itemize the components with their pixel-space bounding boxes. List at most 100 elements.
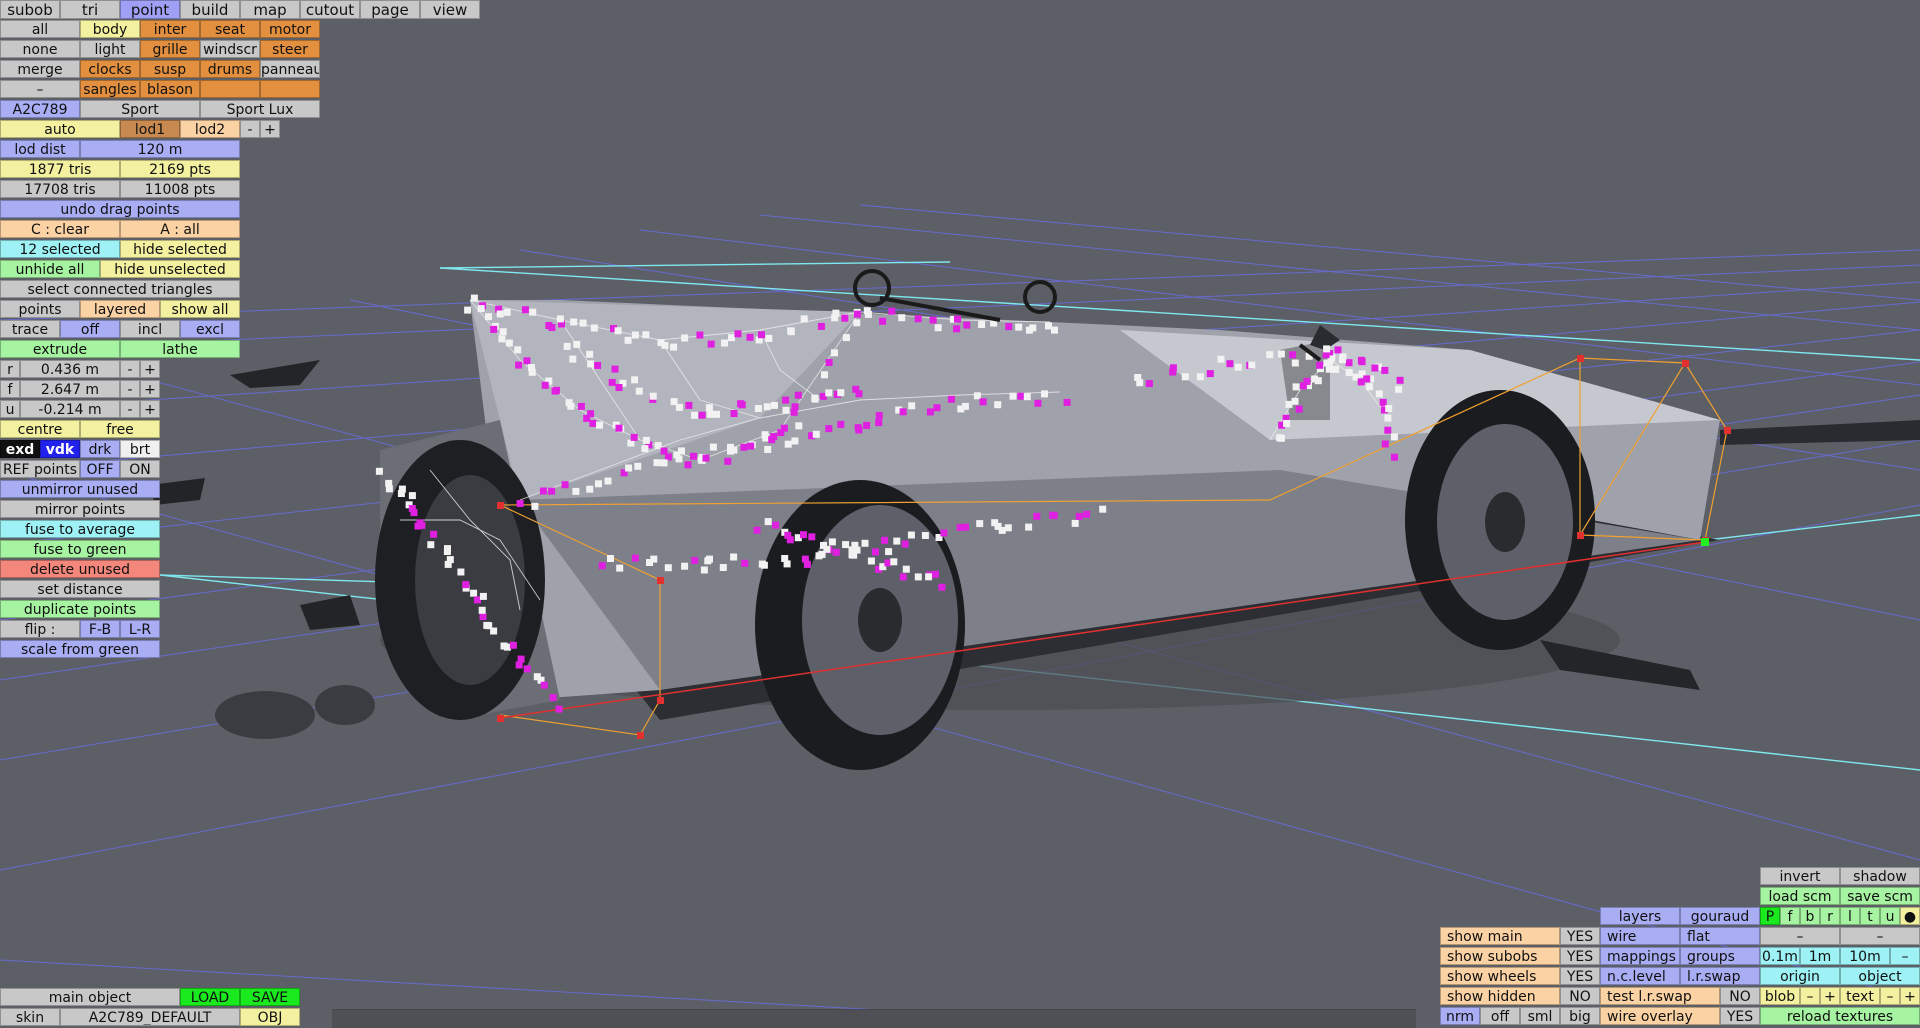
- skin-name[interactable]: A2C789_DEFAULT: [60, 1008, 240, 1026]
- variant-sport[interactable]: Sport: [80, 100, 200, 118]
- selected-vertex[interactable]: [1295, 405, 1303, 413]
- vertex[interactable]: [681, 562, 689, 570]
- vertex[interactable]: [760, 561, 768, 569]
- vertex[interactable]: [1385, 405, 1393, 413]
- wire-overlay-toggle[interactable]: YES: [1720, 1007, 1760, 1025]
- vertex[interactable]: [660, 459, 668, 467]
- vertex[interactable]: [1375, 390, 1383, 398]
- vertex[interactable]: [763, 403, 771, 411]
- tab-point[interactable]: point: [120, 0, 180, 19]
- ref-vertex[interactable]: [657, 697, 664, 704]
- selected-vertex[interactable]: [479, 613, 487, 621]
- vertex[interactable]: [596, 421, 603, 429]
- lod2-button[interactable]: lod2: [180, 120, 240, 138]
- part-grille[interactable]: grille: [140, 40, 200, 58]
- selected-vertex[interactable]: [630, 433, 638, 441]
- flag-u[interactable]: u: [1880, 907, 1900, 925]
- part-blason[interactable]: blason: [140, 80, 200, 98]
- scale-from-green-button[interactable]: scale from green: [0, 640, 160, 658]
- step-dash[interactable]: –: [1890, 947, 1920, 965]
- vertex[interactable]: [607, 555, 614, 562]
- selected-vertex[interactable]: [1363, 375, 1371, 383]
- selected-vertex[interactable]: [707, 340, 715, 348]
- vertex[interactable]: [787, 328, 795, 336]
- vertex[interactable]: [842, 334, 850, 342]
- hide-selected-button[interactable]: hide selected: [120, 240, 240, 258]
- save-scm-button[interactable]: save scm: [1840, 887, 1920, 905]
- selected-vertex[interactable]: [548, 487, 556, 495]
- coord-f-value[interactable]: 2.647 m: [20, 380, 120, 398]
- selected-vertex[interactable]: [684, 461, 692, 469]
- vertex[interactable]: [470, 589, 478, 597]
- vertex[interactable]: [1248, 361, 1256, 369]
- selected-vertex[interactable]: [523, 357, 531, 365]
- coord-r-value[interactable]: 0.436 m: [20, 360, 120, 378]
- vertex[interactable]: [563, 342, 571, 350]
- part-inter[interactable]: inter: [140, 20, 200, 38]
- selected-vertex[interactable]: [758, 331, 765, 339]
- vertex[interactable]: [831, 349, 838, 357]
- step-10m[interactable]: 10m: [1840, 947, 1890, 965]
- vertex[interactable]: [573, 340, 581, 348]
- lod-plus-button[interactable]: +: [260, 120, 280, 138]
- vertex[interactable]: [853, 546, 861, 554]
- vertex[interactable]: [721, 339, 728, 347]
- trace-incl-button[interactable]: incl: [120, 320, 180, 338]
- vertex[interactable]: [784, 440, 792, 448]
- selected-vertex[interactable]: [539, 487, 547, 495]
- selected-vertex[interactable]: [594, 362, 602, 369]
- vertex[interactable]: [728, 334, 735, 342]
- vertex[interactable]: [1395, 385, 1403, 393]
- part-seat[interactable]: seat: [200, 20, 260, 38]
- selected-vertex[interactable]: [794, 391, 802, 399]
- select-all-button[interactable]: all: [0, 20, 80, 38]
- selected-vertex[interactable]: [777, 429, 785, 437]
- selected-vertex[interactable]: [541, 381, 549, 389]
- vertex[interactable]: [614, 327, 622, 335]
- selected-vertex[interactable]: [577, 402, 585, 410]
- vertex[interactable]: [1390, 433, 1398, 441]
- vertex[interactable]: [1041, 390, 1048, 398]
- selected-vertex[interactable]: [1384, 426, 1392, 434]
- selected-vertex[interactable]: [540, 681, 548, 689]
- delete-unused-button[interactable]: delete unused: [0, 560, 160, 578]
- step-0-1m[interactable]: 0.1m: [1760, 947, 1800, 965]
- sml-button[interactable]: sml: [1520, 1007, 1560, 1025]
- layers-button[interactable]: layers: [1600, 907, 1680, 925]
- flat-button[interactable]: flat: [1680, 927, 1760, 945]
- obj-button[interactable]: OBJ: [240, 1008, 300, 1026]
- vertex[interactable]: [719, 564, 727, 571]
- wire-button[interactable]: wire: [1600, 927, 1680, 945]
- selected-vertex[interactable]: [929, 316, 937, 324]
- variant-code[interactable]: A2C789: [0, 100, 80, 118]
- selected-vertex[interactable]: [1169, 364, 1177, 372]
- vertex[interactable]: [500, 642, 508, 650]
- ref-vertex[interactable]: [637, 732, 644, 739]
- selected-vertex[interactable]: [1063, 398, 1071, 406]
- selected-vertex[interactable]: [598, 562, 606, 570]
- selected-vertex[interactable]: [963, 321, 971, 329]
- coord-r-minus[interactable]: -: [120, 360, 140, 378]
- vertex[interactable]: [864, 310, 872, 318]
- trace-excl-button[interactable]: excl: [180, 320, 240, 338]
- set-distance-button[interactable]: set distance: [0, 580, 160, 598]
- vertex[interactable]: [1266, 351, 1274, 359]
- selected-vertex[interactable]: [631, 554, 639, 562]
- exd-button[interactable]: exd: [0, 440, 40, 458]
- ref-vertex[interactable]: [1682, 360, 1689, 367]
- vertex[interactable]: [624, 336, 632, 344]
- trace-off-button[interactable]: off: [60, 320, 120, 338]
- fuse-to-average-button[interactable]: fuse to average: [0, 520, 160, 538]
- vertex[interactable]: [1345, 369, 1353, 377]
- vertex[interactable]: [709, 443, 717, 451]
- selected-vertex[interactable]: [696, 331, 704, 339]
- selected-vertex[interactable]: [738, 401, 746, 409]
- vertex[interactable]: [1009, 392, 1017, 400]
- selected-vertex[interactable]: [685, 401, 693, 409]
- selected-vertex[interactable]: [587, 410, 595, 418]
- vertex[interactable]: [1004, 524, 1012, 532]
- flag-f[interactable]: f: [1780, 907, 1800, 925]
- text-button[interactable]: text: [1840, 987, 1880, 1005]
- part-motor[interactable]: motor: [260, 20, 320, 38]
- vertex[interactable]: [730, 553, 738, 561]
